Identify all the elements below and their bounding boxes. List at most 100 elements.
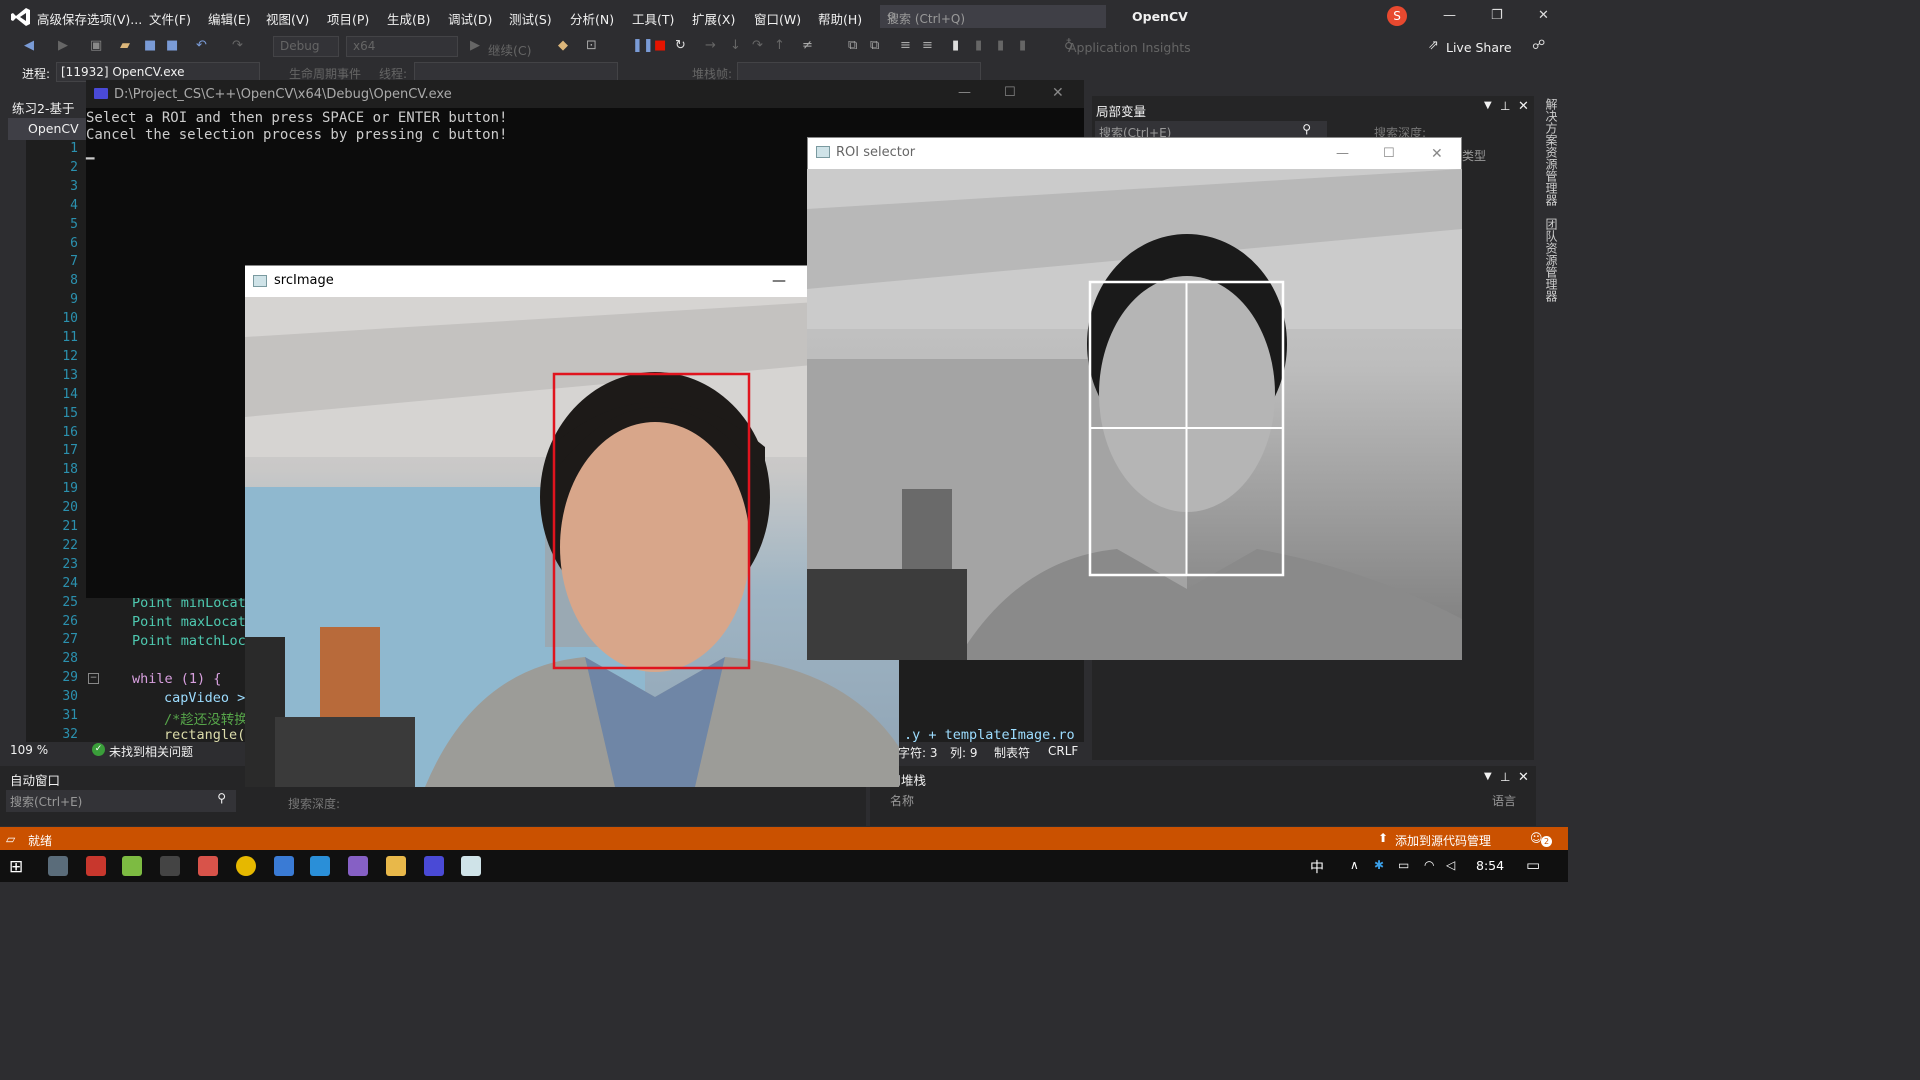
restart-icon[interactable]: ↻ [675,38,686,53]
locals-close-icon[interactable]: ✕ [1518,99,1529,114]
pin-icon[interactable]: ⊥ [1500,770,1510,784]
add-to-source-control-button[interactable]: 添加到源代码管理 [1395,832,1491,849]
continue-button[interactable]: 继续(C) [488,40,531,59]
console-minimize-icon[interactable]: — [958,85,971,100]
undo-icon[interactable]: ↶ [196,38,207,53]
eol-indicator[interactable]: CRLF [1048,744,1078,758]
save-all-icon[interactable]: ■ [166,38,178,53]
thread-combo[interactable] [414,62,618,82]
taskbar-clock[interactable]: 8:54 [1476,858,1504,873]
menu-help[interactable]: 帮助(H) [818,9,862,28]
step-over-icon[interactable]: ↷ [752,38,763,53]
save-icon[interactable]: ■ [144,38,156,53]
taskbar-image-window-icon[interactable] [461,856,481,876]
application-insights-button[interactable]: Application Insights [1068,40,1191,55]
live-share-button[interactable]: Live Share [1446,40,1512,55]
wifi-icon[interactable]: ◠ [1424,858,1434,872]
forward-icon[interactable]: ▶ [58,38,68,53]
minimize-icon[interactable]: — [1443,8,1456,23]
tab-solution-explorer[interactable]: 解决方案资源管理器 [1543,98,1560,206]
step-into-icon[interactable]: ↓ [730,38,741,53]
search-icon[interactable]: ⚲ [887,10,1099,24]
roi-close-icon[interactable]: ✕ [1431,146,1443,162]
issues-indicator[interactable]: 未找到相关问题 [109,743,193,760]
autos-search-input[interactable]: 搜索(Ctrl+E) ⚲ [6,790,236,812]
call-stack-close-icon[interactable]: ✕ [1518,770,1529,785]
menu-window[interactable]: 窗口(W) [754,9,801,28]
redo-icon[interactable]: ↷ [232,38,243,53]
solution-explorer-tab[interactable]: 练习2-基于H [0,96,90,132]
back-icon[interactable]: ◀ [24,38,34,53]
frame-icon[interactable]: ⊡ [586,38,597,53]
tab-opencv[interactable]: OpenCV [8,118,86,140]
chevron-up-icon[interactable]: ∧ [1350,858,1359,872]
indent-icon[interactable]: ≡ [900,38,911,53]
bookmark-icon[interactable]: ▮ [952,38,959,53]
taskbar-opencv-exe-icon[interactable] [424,856,444,876]
roi-maximize-icon[interactable]: ☐ [1383,146,1395,161]
collapse-icon[interactable]: − [88,673,99,684]
menu-view[interactable]: 视图(V) [266,9,309,28]
process-combo[interactable]: [11932] OpenCV.exe [56,62,260,82]
stop-icon[interactable]: ■ [654,38,666,53]
taskbar-app-5-icon[interactable] [198,856,218,876]
ime-indicator[interactable]: 中 [1310,857,1324,877]
prev-bookmark-icon[interactable]: ▮ [975,38,982,53]
menu-debug[interactable]: 调试(D) [448,9,492,28]
taskbar-explorer-icon[interactable] [386,856,406,876]
menu-tools[interactable]: 工具(T) [632,9,674,28]
new-project-icon[interactable]: ▣ [90,38,102,53]
menu-edit[interactable]: 编辑(E) [208,9,251,28]
configuration-combo[interactable]: Debug [273,36,339,57]
next-bookmark-icon[interactable]: ▮ [997,38,1004,53]
src-minimize-icon[interactable]: — [772,273,786,289]
menu-analyze[interactable]: 分析(N) [570,9,614,28]
tabs-indicator[interactable]: 制表符 [994,744,1030,761]
taskbar-app-7-icon[interactable] [274,856,294,876]
roi-minimize-icon[interactable]: — [1336,146,1349,161]
bluetooth-icon[interactable]: ✱ [1374,858,1384,872]
battery-icon[interactable]: ▭ [1398,858,1409,872]
outdent-icon[interactable]: ≡ [922,38,933,53]
tab-team-explorer[interactable]: 团队资源管理器 [1543,218,1560,302]
menu-project[interactable]: 项目(P) [327,9,369,28]
clear-bookmarks-icon[interactable]: ▮ [1019,38,1026,53]
continue-icon[interactable]: ▶ [470,38,480,53]
dropdown-icon[interactable]: ▼ [1484,771,1492,782]
save-options-menu[interactable]: 高级保存选项(V)... [37,9,142,28]
dropdown-icon[interactable]: ▼ [1484,100,1492,111]
src-image-title-bar[interactable] [245,266,899,297]
windows-start-icon[interactable]: ⊞ [9,857,23,877]
avatar[interactable]: S [1387,6,1407,26]
search-input[interactable]: 搜索 (Ctrl+Q) ⚲ [880,5,1106,28]
taskbar-notepad-icon[interactable] [122,856,142,876]
console-close-icon[interactable]: ✕ [1052,85,1064,101]
step-out-icon[interactable]: ↑ [774,38,785,53]
close-icon[interactable]: ✕ [1538,8,1549,23]
open-folder-icon[interactable]: ▰ [120,38,130,53]
taskbar-vscode-icon[interactable] [310,856,330,876]
menu-test[interactable]: 测试(S) [509,9,552,28]
show-next-statement-icon[interactable]: → [705,38,716,53]
menu-file[interactable]: 文件(F) [149,9,191,28]
menu-extensions[interactable]: 扩展(X) [692,9,735,28]
feedback-icon[interactable]: ☍ [1532,38,1545,53]
platform-combo[interactable]: x64 [346,36,458,57]
console-maximize-icon[interactable]: ☐ [1004,85,1016,100]
fire-icon[interactable]: ◆ [558,38,568,53]
volume-icon[interactable]: ◁ [1446,858,1455,872]
search-icon[interactable]: ⚲ [217,791,226,805]
taskbar-app-2-icon[interactable] [86,856,106,876]
taskbar-visual-studio-icon[interactable] [348,856,368,876]
layout-icon[interactable]: ⧉ [870,38,879,53]
search-icon[interactable]: ⚲ [1302,122,1311,136]
zoom-level[interactable]: 109 % [10,743,48,757]
action-center-icon[interactable]: ▭ [1526,856,1540,874]
menu-build[interactable]: 生成(B) [387,9,430,28]
taskbar-console-icon[interactable] [160,856,180,876]
restore-icon[interactable]: ❐ [1491,8,1503,23]
hex-display-icon[interactable]: ≠ [802,38,813,53]
taskbar-app-1-icon[interactable] [48,856,68,876]
pause-icon[interactable]: ❚❚ [632,38,654,53]
taskbar-chrome-icon[interactable] [236,856,256,876]
